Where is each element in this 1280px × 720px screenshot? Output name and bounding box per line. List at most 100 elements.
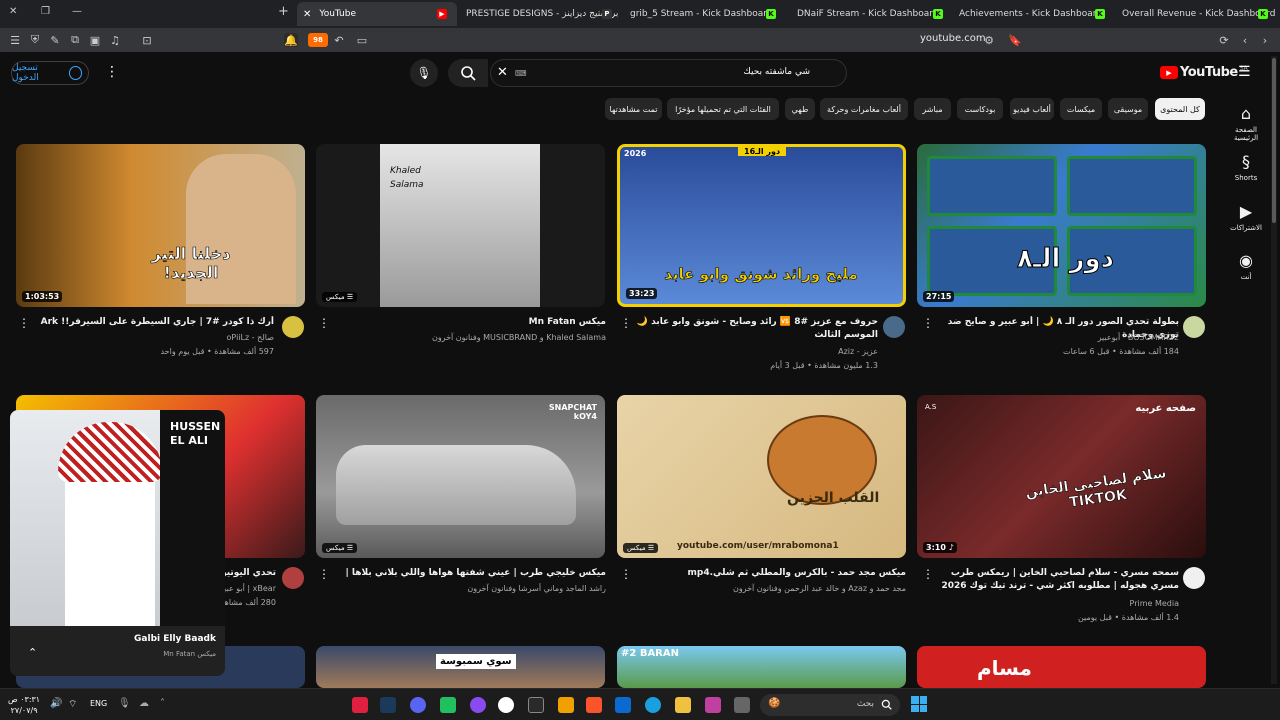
video-menu-icon[interactable]: ⋮ <box>318 567 330 581</box>
taskbar-search[interactable]: 🍪 بحث <box>760 694 900 716</box>
rail-subscriptions[interactable]: ▶ الاشتراكات <box>1226 202 1266 232</box>
screenshot-icon[interactable]: ⊡ <box>140 33 154 47</box>
file-explorer-icon[interactable] <box>675 697 691 713</box>
tab-achievements[interactable]: Achievements - Kick Dashboard K <box>955 2 1115 26</box>
video-menu-icon[interactable]: ⋮ <box>620 567 632 581</box>
voice-search-button[interactable]: 🎙 <box>410 59 438 87</box>
youtube-logo[interactable]: ▶ YouTube SA <box>1160 65 1248 80</box>
video-thumbnail[interactable]: سوي سمبوسة <box>316 646 605 688</box>
chip-podcasts[interactable]: بودكاست <box>957 98 1003 120</box>
tab-prestige[interactable]: PRESTIGE DESIGNS - بريستيج ديزاينز P <box>462 2 622 26</box>
hamburger-menu-icon[interactable]: ☰ <box>1238 64 1251 80</box>
mic-tray-icon[interactable]: 🎙 <box>118 698 131 709</box>
bookmark-icon[interactable]: 🔖 <box>1008 33 1022 47</box>
taskbar-app-icon[interactable] <box>470 697 486 713</box>
minimize-window-icon[interactable]: — <box>72 6 82 17</box>
taskbar-app-icon[interactable] <box>498 697 514 713</box>
url-field[interactable]: youtube.com <box>920 33 986 44</box>
shield-icon[interactable]: ⛨ <box>28 33 42 47</box>
taskbar-app-icon[interactable] <box>440 697 456 713</box>
channel-name[interactable]: Prime Media <box>955 598 1179 610</box>
language-indicator[interactable]: ENG <box>90 699 107 708</box>
taskbar-app-icon[interactable] <box>705 697 721 713</box>
rail-you[interactable]: ◉ أنت <box>1226 251 1266 281</box>
menu-icon[interactable]: ☰ <box>8 33 22 47</box>
edit-icon[interactable]: ✎ <box>48 33 62 47</box>
forward-icon[interactable]: › <box>1258 33 1272 47</box>
channel-avatar[interactable] <box>883 316 905 338</box>
chip-recently-uploaded[interactable]: الفئات التي تم تحميلها مؤخرًا <box>667 98 779 120</box>
channel-avatar[interactable] <box>1183 316 1205 338</box>
channel-name[interactable]: صالح - oPiiLz <box>30 332 274 344</box>
windows-start-icon[interactable] <box>911 696 927 712</box>
video-menu-icon[interactable]: ⋮ <box>318 316 330 330</box>
video-thumbnail[interactable]: Khaled Salama ميكس ☰ <box>316 144 605 307</box>
video-thumbnail[interactable]: #2 BARAN <box>617 646 906 688</box>
channel-name[interactable]: راشد الماجد وماني أسرشا وفنانون آخرون <box>330 583 606 595</box>
video-title[interactable]: أرك ذا كودر #7 | جاري السيطرة على السيرف… <box>30 316 274 330</box>
video-menu-icon[interactable]: ⋮ <box>620 316 632 330</box>
tray-app-icon[interactable]: ☁ <box>139 698 149 709</box>
channel-name[interactable]: مجد حمد و Azaz و خالد عبد الرحمن وفنانون… <box>636 583 906 595</box>
brave-browser-icon[interactable] <box>586 697 602 713</box>
site-settings-icon[interactable]: ⚙ <box>982 33 996 47</box>
mini-player-video[interactable]: HUSSEN EL ALI <box>10 410 225 626</box>
video-title[interactable]: حروف مع عزيز #8 🆚 رائد وصايح - شونق وابو… <box>636 316 878 342</box>
scrollbar-thumb[interactable] <box>1272 58 1276 223</box>
channel-avatar[interactable] <box>1183 567 1205 589</box>
mini-player[interactable]: HUSSEN EL ALI Galbi Elly Baadk ميكس Mn F… <box>10 410 225 676</box>
music-icon[interactable]: ♫ <box>108 33 122 47</box>
video-menu-icon[interactable]: ⋮ <box>922 316 934 330</box>
channel-name[interactable]: عزيز - Aziz <box>640 346 878 358</box>
taskbar-app-icon[interactable] <box>528 697 544 713</box>
notification-icon[interactable]: 🔔 <box>284 33 298 47</box>
task-view-icon[interactable] <box>734 697 750 713</box>
taskbar-app-icon[interactable] <box>558 697 574 713</box>
store-icon[interactable] <box>615 697 631 713</box>
channel-avatar[interactable] <box>282 316 304 338</box>
extensions-icon[interactable]: ⧉ <box>68 33 82 47</box>
edge-icon[interactable] <box>645 697 661 713</box>
chip-action-adventure[interactable]: ألعاب مغامرات وحركة <box>820 98 908 120</box>
tab-youtube[interactable]: ✕ YouTube ▶ <box>297 2 457 26</box>
video-menu-icon[interactable]: ⋮ <box>18 316 30 330</box>
chip-watched[interactable]: تمت مشاهدتها <box>605 98 662 120</box>
channel-avatar[interactable] <box>282 567 304 589</box>
chip-live[interactable]: مباشر <box>914 98 951 120</box>
video-thumbnail[interactable]: مسام <box>917 646 1206 688</box>
badge-counter[interactable]: 98 <box>308 33 328 47</box>
video-menu-icon[interactable]: ⋮ <box>922 567 934 581</box>
video-thumbnail[interactable]: دور الـ٨ 27:15 <box>917 144 1206 307</box>
chip-cooking[interactable]: طهي <box>785 98 815 120</box>
steam-icon[interactable] <box>380 697 396 713</box>
undo-icon[interactable]: ↶ <box>332 33 346 47</box>
chip-mixes[interactable]: ميكسات <box>1060 98 1102 120</box>
more-options-icon[interactable]: ⋮ <box>105 64 119 80</box>
video-thumbnail[interactable]: SNAPCHAT kOY4 ميكس ☰ <box>316 395 605 558</box>
expand-chevron-icon[interactable]: ⌃ <box>28 646 37 659</box>
video-title[interactable]: ميكس مجد حمد - بالكرس والمطلي ثم شلي.mp4 <box>636 567 906 581</box>
video-thumbnail[interactable]: A.S صفحه عربيه سلام لصاحبي الخاين TIKTOK… <box>917 395 1206 558</box>
tray-chevron-icon[interactable]: ˄ <box>160 698 165 709</box>
volume-icon[interactable]: 🔊 <box>50 698 62 709</box>
sign-in-button[interactable]: تسجيل الدخول <box>11 61 89 85</box>
search-button[interactable] <box>448 59 488 87</box>
reload-icon[interactable]: ⟳ <box>1217 33 1231 47</box>
close-window-icon[interactable]: ✕ <box>9 6 17 17</box>
chip-video-games[interactable]: ألعاب فيديو <box>1010 98 1054 120</box>
close-tab-icon[interactable]: ✕ <box>303 9 311 20</box>
tab-overall-revenue[interactable]: Overall Revenue - Kick Dashboard K <box>1118 2 1278 26</box>
keyboard-icon[interactable]: ⌨ <box>515 69 527 78</box>
video-thumbnail[interactable]: دخلنا التير الجديد! 1:03:53 <box>16 144 305 307</box>
tab-grib-stream[interactable]: grib_5 Stream - Kick Dashboard K <box>626 2 786 26</box>
tab-dnaif-stream[interactable]: DNaiF Stream - Kick Dashboard K <box>793 2 953 26</box>
chip-music[interactable]: موسيقى <box>1108 98 1148 120</box>
chip-all[interactable]: كل المحتوى <box>1155 98 1205 120</box>
restore-window-icon[interactable]: ❐ <box>41 6 50 17</box>
video-thumbnail[interactable]: 2026 دور الـ16 مليح ورائد شونق وابو عابد… <box>617 144 906 307</box>
rail-home[interactable]: ⌂ الصفحة الرئيسية <box>1226 104 1266 142</box>
clock[interactable]: ٠٣:٣١ ص ٢٧/٠٧/٩ <box>8 694 40 716</box>
channel-name[interactable]: BO3OMAR22 · أبوعبير <box>955 332 1179 344</box>
video-title[interactable]: سمحه مسري - سلام لصاحبي الخاين | ريمكس ط… <box>935 567 1179 595</box>
channel-name[interactable]: Khaled Salama و MUSICBRAND وفنانون آخرون <box>330 332 606 344</box>
